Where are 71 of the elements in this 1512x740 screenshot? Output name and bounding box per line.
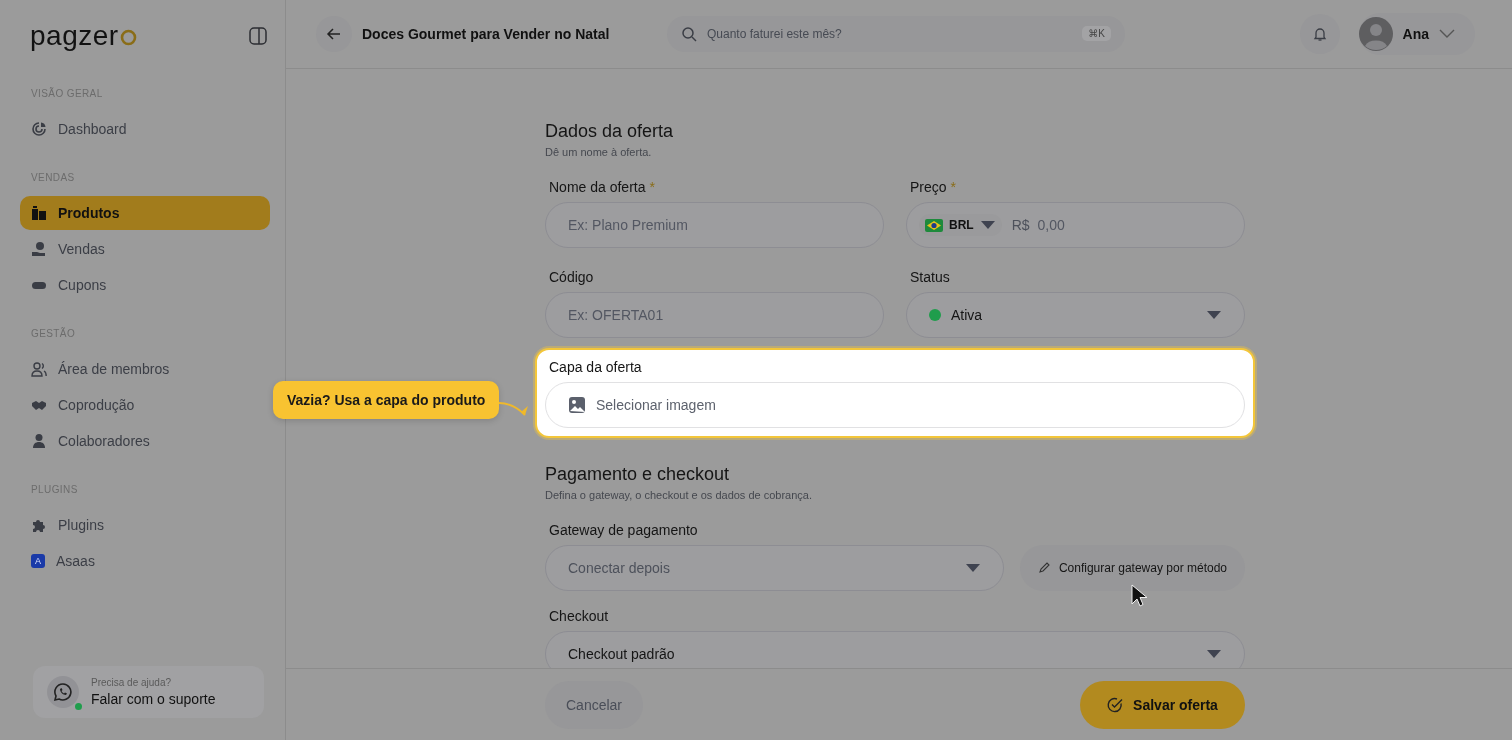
chat-phone-icon xyxy=(53,682,73,702)
image-picker[interactable]: Selecionar imagem xyxy=(545,382,1245,428)
section-title: Dados da oferta xyxy=(545,121,675,142)
currency-symbol: R$ xyxy=(1011,217,1030,233)
section-subtitle: Dê um nome à oferta. xyxy=(545,146,653,158)
person-icon xyxy=(31,433,47,449)
users-icon xyxy=(31,361,47,377)
nav-item[interactable]: Dashboard xyxy=(20,112,270,146)
dropdown-caret-icon xyxy=(964,563,981,573)
select-value: Ativa xyxy=(951,307,983,323)
support-card[interactable]: Precisa de ajuda? Falar com o suporte xyxy=(33,666,264,718)
avatar-icon xyxy=(1358,17,1393,51)
boxes-icon xyxy=(31,205,47,221)
select-field[interactable]: Checkout padrão xyxy=(545,631,1245,668)
flag-icon xyxy=(925,218,943,232)
field-label: Preço * xyxy=(910,179,956,195)
nav-item[interactable]: Coprodução xyxy=(20,388,270,422)
dropdown-caret-icon xyxy=(1206,310,1222,320)
badge-icon: A xyxy=(31,554,45,568)
dropdown-caret-icon xyxy=(979,220,996,230)
section-subtitle: Defina o gateway, o checkout e os dados de cobrança. xyxy=(545,489,814,501)
sidebar-toggle-button[interactable] xyxy=(249,27,267,45)
cancel-button[interactable]: Cancelar xyxy=(545,680,643,729)
cursor-icon xyxy=(1131,584,1147,608)
field-label: Gateway de pagamento xyxy=(549,522,698,538)
select-value: Checkout padrão xyxy=(568,646,675,662)
back-arrow-icon xyxy=(326,26,342,42)
nav-item[interactable]: Plugins xyxy=(20,508,270,542)
logo-ring-icon xyxy=(119,29,137,46)
logo: pagzer xyxy=(30,22,119,50)
notifications-button[interactable] xyxy=(1299,14,1340,54)
nav-item[interactable]: Produtos xyxy=(20,196,270,230)
required-mark: * xyxy=(649,179,655,195)
status-select[interactable]: Ativa xyxy=(906,292,1245,338)
dropdown-caret-icon xyxy=(1206,649,1222,659)
field-label: Checkout xyxy=(549,608,609,624)
field-label: Código xyxy=(549,269,594,285)
panel-icon xyxy=(249,27,267,45)
support-label: Falar com o suporte xyxy=(91,691,216,707)
puzzle-icon xyxy=(31,517,47,533)
select-placeholder: Conectar depois xyxy=(568,560,670,576)
support-hint: Precisa de ajuda? xyxy=(91,677,173,688)
user-menu[interactable]: Ana xyxy=(1358,13,1475,55)
chart-icon xyxy=(31,121,47,137)
search-icon xyxy=(681,26,697,42)
field-label: Status xyxy=(910,269,950,285)
section-title: Pagamento e checkout xyxy=(545,464,731,485)
field-label: Nome da oferta * xyxy=(549,179,655,195)
field-label: Capa da oferta xyxy=(549,359,642,375)
price-input[interactable]: 0,00 xyxy=(1035,216,1222,234)
shortcut-hint: ⌘K xyxy=(1082,26,1111,41)
pencil-icon xyxy=(1037,562,1050,574)
input-field[interactable]: Ex: OFERTA01 xyxy=(545,292,884,338)
tooltip: Vazia? Usa a capa do produto xyxy=(273,381,500,419)
image-icon xyxy=(568,396,586,414)
chevron-down-icon xyxy=(1439,29,1455,39)
configure-gateway-button[interactable]: Configurar gateway por método xyxy=(1019,545,1245,591)
nav-item[interactable]: Vendas xyxy=(20,232,270,266)
check-circle-icon xyxy=(1107,696,1124,713)
nav-item[interactable]: Cupons xyxy=(20,268,270,302)
bell-icon xyxy=(1311,26,1328,42)
save-button[interactable]: Salvar oferta xyxy=(1080,680,1245,729)
nav-item[interactable]: A Asaas xyxy=(20,544,270,578)
required-mark: * xyxy=(950,179,956,195)
back-button[interactable] xyxy=(316,16,352,52)
nav-item[interactable]: Colaboradores xyxy=(20,424,270,458)
nav-item[interactable]: Área de membros xyxy=(20,352,270,386)
image-picker-text: Selecionar imagem xyxy=(596,397,716,413)
input-field[interactable]: Ex: Plano Premium xyxy=(545,202,884,248)
select-field[interactable]: Conectar depois xyxy=(545,545,1004,591)
page-title: Doces Gourmet para Vender no Natal xyxy=(362,26,611,42)
